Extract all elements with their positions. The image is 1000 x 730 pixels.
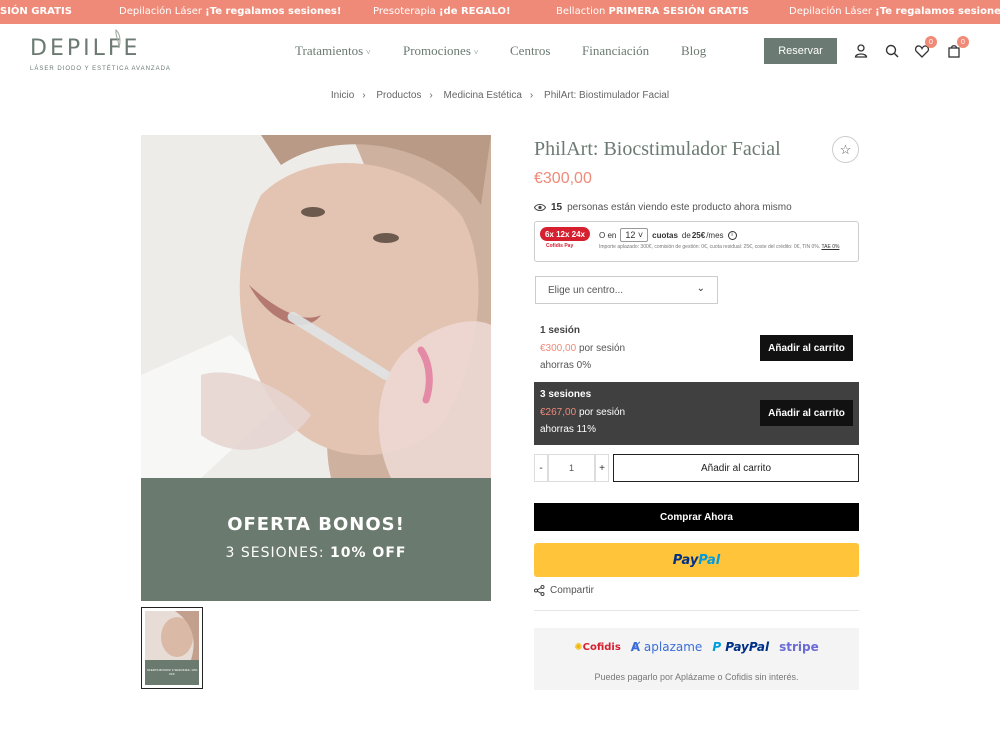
option-price: €267,00 por sesión <box>540 407 626 418</box>
cofidis-months-select[interactable]: 12 ˅ <box>620 228 649 242</box>
cofidis-per-month: /mes <box>706 230 724 240</box>
eye-icon <box>534 204 546 211</box>
tae-link[interactable]: TAE 0% <box>821 244 839 250</box>
viewers-notice: 15 personas están viendo este producto a… <box>534 202 792 213</box>
star-icon: ☆ <box>839 141 852 157</box>
add-to-wishlist-button[interactable]: ☆ <box>832 136 859 163</box>
reserve-button[interactable]: Reservar <box>764 38 837 64</box>
cofidis-financing-widget: 6x 12x 24x Cofidis Pay O en 12 ˅ cuotas … <box>534 221 859 262</box>
paypal-button[interactable]: Pay Pal <box>534 543 859 577</box>
promo-item[interactable]: Presoterapia ¡de REGALO! <box>373 6 511 17</box>
cofidis-de: de <box>681 230 691 240</box>
product-thumbnail[interactable]: OFERTA BONOS! 3 SESIONES: 10% OFF <box>141 607 203 689</box>
cart-bag-icon[interactable]: 0 <box>946 36 969 59</box>
chevron-down-icon: ˅ <box>366 48 371 57</box>
cofidis-logo: ✺Cofidis <box>574 641 621 653</box>
viewers-count: 15 <box>551 202 563 213</box>
option-savings: ahorras 11% <box>540 424 596 435</box>
nav-centros[interactable]: Centros <box>510 43 550 59</box>
cofidis-amount: 25€ <box>691 230 706 240</box>
product-main-image[interactable]: OFERTA BONOS! 3 SESIONES: 10% OFF <box>141 135 491 601</box>
promo-item[interactable]: SIÓN GRATIS <box>0 6 72 17</box>
cofidis-installments-badge: 6x 12x 24x <box>540 227 590 241</box>
cofidis-o-en: O en <box>599 230 617 240</box>
logo-text: DEPILFE <box>30 36 141 61</box>
paypal-logo: P PayPal <box>712 640 770 654</box>
nav-promociones[interactable]: Promociones ˅ <box>403 43 478 59</box>
promo-item[interactable]: Depilación Láser ¡Te regalamos sesiones! <box>119 6 341 17</box>
option-name: 3 sesiones <box>540 389 592 400</box>
cart-count-badge: 0 <box>957 36 969 48</box>
promo-item[interactable]: Depilación Láser ¡Te regalamos sesiones! <box>789 6 1000 17</box>
cofidis-pay-logo: Cofidis Pay <box>546 243 574 249</box>
breadcrumb-products[interactable]: Productos <box>376 90 421 101</box>
breadcrumb-category[interactable]: Medicina Estética <box>444 90 522 101</box>
quantity-decrease-button[interactable]: - <box>534 454 548 482</box>
add-to-cart-button[interactable]: Añadir al carrito <box>613 454 859 482</box>
stripe-logo: stripe <box>779 640 819 654</box>
viewers-text: personas están viendo este producto ahor… <box>567 202 792 213</box>
buy-now-button[interactable]: Comprar Ahora <box>534 503 859 531</box>
product-title: PhilArt: Biocstimulador Facial <box>534 138 781 160</box>
divider <box>534 610 859 611</box>
offer-banner: OFERTA BONOS! 3 SESIONES: 10% OFF <box>141 478 491 601</box>
leaf-icon <box>115 28 121 48</box>
wishlist-count-badge: 0 <box>925 36 937 48</box>
share-link[interactable]: Compartir <box>534 585 594 596</box>
nav-tratamientos[interactable]: Tratamientos ˅ <box>295 43 371 59</box>
quantity-increase-button[interactable]: + <box>595 454 609 482</box>
nav-financiacion[interactable]: Financiación <box>582 43 649 59</box>
center-select[interactable]: Elige un centro... ⌄ <box>535 276 718 304</box>
nav-blog[interactable]: Blog <box>681 43 706 59</box>
breadcrumb-home[interactable]: Inicio <box>331 90 354 101</box>
logo-tagline: LÁSER DIODO Y ESTÉTICA AVANZADA <box>30 66 171 72</box>
search-icon[interactable] <box>884 43 900 59</box>
site-logo[interactable]: DEPILFE LÁSER DIODO Y ESTÉTICA AVANZADA <box>30 28 171 72</box>
product-price: €300,00 <box>534 170 592 187</box>
thumbnail-banner: OFERTA BONOS! 3 SESIONES: 10% OFF <box>145 660 199 685</box>
add-1-session-to-cart-button[interactable]: Añadir al carrito <box>760 335 853 361</box>
user-icon[interactable] <box>853 43 869 59</box>
chevron-down-icon: ˅ <box>473 48 479 57</box>
promo-item[interactable]: Bellaction PRIMERA SESIÓN GRATIS <box>556 6 749 17</box>
option-savings: ahorras 0% <box>540 360 592 371</box>
product-photo <box>141 135 491 478</box>
offer-title: OFERTA BONOS! <box>227 514 405 535</box>
option-price: €300,00 por sesión <box>540 343 626 354</box>
aplazame-logo: Ⱥ aplazame <box>630 640 703 654</box>
add-3-sessions-to-cart-button[interactable]: Añadir al carrito <box>760 400 853 426</box>
payment-methods-box: ✺Cofidis Ⱥ aplazame P PayPal stripe Pued… <box>534 628 859 690</box>
breadcrumb: Inicio › Productos › Medicina Estética › Ph… <box>330 90 670 101</box>
cofidis-cuotas-label: cuotas <box>652 230 678 240</box>
quantity-input[interactable] <box>548 454 595 482</box>
option-3-sessions[interactable]: 3 sesiones €267,00 por sesión ahorras 11… <box>534 382 859 445</box>
payment-note: Puedes pagarlo por Aplázame o Cofidis si… <box>594 672 799 682</box>
offer-subtitle: 3 SESIONES: 10% OFF <box>225 545 407 561</box>
chevron-down-icon: ⌄ <box>696 283 705 294</box>
promo-bar: SIÓN GRATIS Depilación Láser ¡Te regalam… <box>0 0 1000 24</box>
info-icon[interactable]: i <box>727 230 737 240</box>
share-icon <box>534 585 545 596</box>
breadcrumb-current: PhilArt: Biostimulador Facial <box>544 90 670 101</box>
cofidis-fine-print: Importe aplazado: 300€, comisión de gest… <box>599 244 840 250</box>
wishlist-heart-icon[interactable]: 0 <box>914 36 937 59</box>
option-name: 1 sesión <box>540 325 581 336</box>
option-1-session[interactable]: 1 sesión €300,00 por sesión ahorras 0% A… <box>534 318 859 380</box>
